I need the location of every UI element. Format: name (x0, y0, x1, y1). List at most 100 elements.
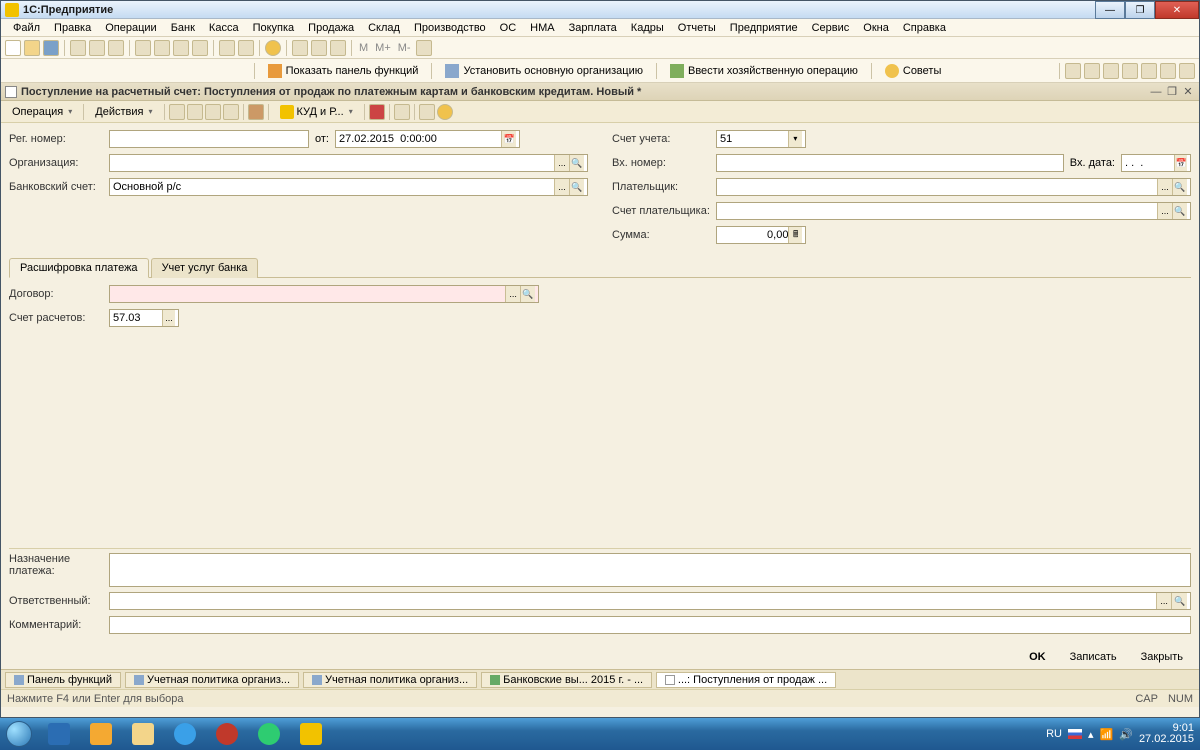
menu-warehouse[interactable]: Склад (362, 21, 406, 35)
calendar-icon[interactable] (238, 40, 254, 56)
menu-enterprise[interactable]: Предприятие (724, 21, 804, 35)
acc-calc-select-button[interactable]: ... (162, 310, 175, 326)
bank-acc-input[interactable]: ...🔍 (109, 178, 588, 196)
purpose-textarea[interactable] (109, 553, 1191, 587)
wtab-panel[interactable]: Панель функций (5, 672, 121, 688)
acc-calc-input[interactable]: ... (109, 309, 179, 327)
contract-search-icon[interactable]: 🔍 (520, 286, 535, 302)
show-panel-button[interactable]: Показать панель функций (261, 61, 426, 81)
bank-search-icon[interactable]: 🔍 (569, 179, 584, 195)
resp-select-button[interactable]: ... (1156, 593, 1172, 609)
tray-clock[interactable]: 9:01 27.02.2015 (1139, 723, 1194, 745)
doc-basis-icon[interactable] (223, 104, 239, 120)
maximize-button[interactable]: ❐ (1125, 1, 1155, 19)
save-icon[interactable] (43, 40, 59, 56)
contract-select-button[interactable]: ... (505, 286, 520, 302)
report-icon[interactable] (311, 40, 327, 56)
menu-personnel[interactable]: Кадры (625, 21, 670, 35)
doc-cancel-icon[interactable] (205, 104, 221, 120)
in-date-input[interactable]: 📅 (1121, 154, 1191, 172)
menu-bank[interactable]: Банк (165, 21, 201, 35)
tray-net-icon[interactable]: 📶 (1100, 728, 1114, 741)
doc-dt-kt-icon[interactable] (369, 104, 385, 120)
chart-icon[interactable] (292, 40, 308, 56)
menu-salary[interactable]: Зарплата (563, 21, 623, 35)
date-input[interactable]: 📅 (335, 130, 520, 148)
rt-icon-6[interactable] (1160, 63, 1176, 79)
bank-select-button[interactable]: ... (554, 179, 569, 195)
tray-vol-icon[interactable]: 🔊 (1119, 728, 1133, 741)
wtab-policy2[interactable]: Учетная политика организ... (303, 672, 477, 688)
menu-operations[interactable]: Операции (99, 21, 162, 35)
doc-post-icon[interactable] (187, 104, 203, 120)
payer-input[interactable]: ...🔍 (716, 178, 1191, 196)
wtab-policy1[interactable]: Учетная политика организ... (125, 672, 299, 688)
rt-icon-3[interactable] (1103, 63, 1119, 79)
org-input[interactable]: ...🔍 (109, 154, 588, 172)
payer-acc-select-button[interactable]: ... (1157, 203, 1172, 219)
write-button[interactable]: Записать (1062, 649, 1125, 665)
task-green[interactable] (249, 720, 289, 748)
in-num-input[interactable] (716, 154, 1064, 172)
kud-dropdown[interactable]: КУД и Р... (273, 102, 360, 122)
doc-list-icon[interactable] (419, 104, 435, 120)
task-opera[interactable] (207, 720, 247, 748)
find-icon[interactable] (192, 40, 208, 56)
help-icon[interactable] (265, 40, 281, 56)
rt-icon-5[interactable] (1141, 63, 1157, 79)
tab-payment-details[interactable]: Расшифровка платежа (9, 258, 149, 278)
menu-file[interactable]: Файл (7, 21, 46, 35)
rt-icon-1[interactable] (1065, 63, 1081, 79)
calc-icon[interactable] (219, 40, 235, 56)
wtab-bank[interactable]: Банковские вы... 2015 г. - ... (481, 672, 652, 688)
settings-icon[interactable] (416, 40, 432, 56)
redo-icon[interactable] (173, 40, 189, 56)
doc-restore-button[interactable]: ❐ (1165, 85, 1179, 99)
set-org-button[interactable]: Установить основную организацию (438, 61, 650, 81)
journal-icon[interactable] (330, 40, 346, 56)
doc-report-icon[interactable] (394, 104, 410, 120)
payer-acc-search-icon[interactable]: 🔍 (1172, 203, 1187, 219)
payer-select-button[interactable]: ... (1157, 179, 1172, 195)
task-mail[interactable] (81, 720, 121, 748)
menu-edit[interactable]: Правка (48, 21, 97, 35)
start-button[interactable] (0, 718, 38, 750)
responsible-input[interactable]: ...🔍 (109, 592, 1191, 610)
menu-purchase[interactable]: Покупка (247, 21, 301, 35)
actions-dropdown[interactable]: Действия (88, 103, 159, 121)
open-icon[interactable] (24, 40, 40, 56)
rt-icon-2[interactable] (1084, 63, 1100, 79)
menu-nma[interactable]: НМА (524, 21, 560, 35)
menu-help[interactable]: Справка (897, 21, 952, 35)
in-date-picker-icon[interactable]: 📅 (1174, 155, 1187, 171)
new-icon[interactable] (5, 40, 21, 56)
doc-structure-icon[interactable] (248, 104, 264, 120)
copy-icon[interactable] (89, 40, 105, 56)
doc-minimize-button[interactable]: — (1149, 85, 1163, 99)
task-explorer[interactable] (123, 720, 163, 748)
print-icon[interactable] (135, 40, 151, 56)
menu-service[interactable]: Сервис (806, 21, 856, 35)
tray-safe-icon[interactable]: ▴ (1088, 728, 1094, 741)
close-button[interactable]: ✕ (1155, 1, 1199, 19)
menu-cash[interactable]: Касса (203, 21, 245, 35)
account-combo[interactable] (716, 130, 806, 148)
close-doc-button[interactable]: Закрыть (1133, 649, 1191, 665)
payer-search-icon[interactable]: 🔍 (1172, 179, 1187, 195)
menu-sale[interactable]: Продажа (302, 21, 360, 35)
titlebar[interactable]: 1С:Предприятие — ❐ ✕ (1, 1, 1199, 19)
rt-icon-7[interactable] (1179, 63, 1195, 79)
reg-num-input[interactable] (109, 130, 309, 148)
menu-windows[interactable]: Окна (857, 21, 895, 35)
rt-icon-4[interactable] (1122, 63, 1138, 79)
task-tc[interactable] (39, 720, 79, 748)
menu-production[interactable]: Производство (408, 21, 492, 35)
minimize-button[interactable]: — (1095, 1, 1125, 19)
doc-close-button[interactable]: ✕ (1181, 85, 1195, 99)
org-select-button[interactable]: ... (554, 155, 569, 171)
contract-input[interactable]: ...🔍 (109, 285, 539, 303)
org-search-icon[interactable]: 🔍 (569, 155, 584, 171)
undo-icon[interactable] (154, 40, 170, 56)
ok-button[interactable]: OK (1021, 649, 1054, 665)
comment-input[interactable] (109, 616, 1191, 634)
